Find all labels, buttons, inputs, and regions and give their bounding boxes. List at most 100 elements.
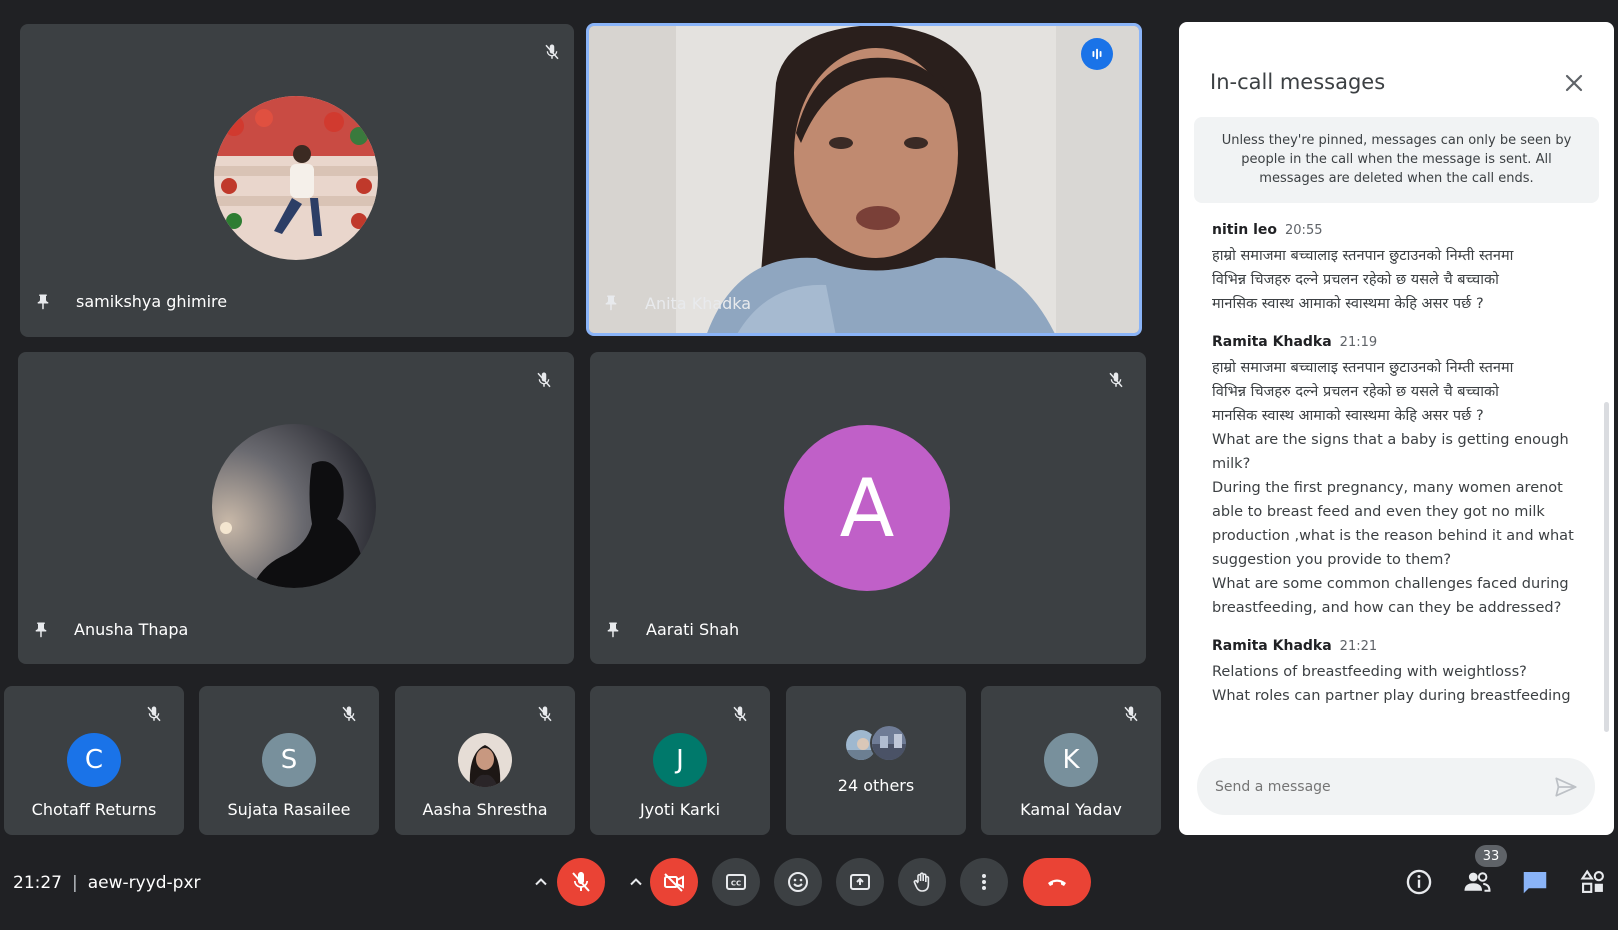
mic-off-icon: [569, 870, 593, 894]
participant-name: Kamal Yadav: [1020, 800, 1122, 819]
message-sender: Ramita Khadka: [1212, 638, 1332, 654]
chat-panel: In-call messages Unless they're pinned, …: [1179, 22, 1614, 835]
avatar-photo: [870, 724, 908, 762]
message-text: What roles can partner play during breas…: [1212, 688, 1571, 704]
message-time: 21:19: [1339, 335, 1378, 350]
present-screen-button[interactable]: [836, 858, 884, 906]
avatar-initial: S: [280, 745, 298, 775]
message-text: मानसिक स्वास्थ आमाको स्वास्थमा केहि असर …: [1212, 408, 1484, 424]
mic-off-icon: [140, 700, 168, 728]
close-icon[interactable]: [1559, 68, 1589, 98]
hand-icon: [910, 870, 934, 894]
message-sender: nitin leo: [1212, 222, 1278, 238]
participant-name: Anusha Thapa: [74, 620, 189, 639]
participant-tile-small[interactable]: J Jyoti Karki: [590, 686, 770, 835]
chevron-up-icon[interactable]: [527, 868, 555, 896]
mic-off-icon: [538, 38, 566, 66]
others-avatars: [844, 724, 916, 764]
message-text: production ,what is the reason behind it…: [1212, 528, 1574, 544]
meeting-info: 21:27 | aew-ryyd-pxr: [13, 873, 201, 893]
chat-scrollbar[interactable]: [1604, 402, 1609, 732]
participant-tile-anusha-thapa[interactable]: Anusha Thapa: [18, 352, 574, 664]
participant-tile-small[interactable]: Aasha Shrestha: [395, 686, 575, 835]
others-count-label: 24 others: [837, 776, 915, 795]
message-list: nitin leo 20:55 हाम्रो समाजमा बच्चालाइ स्त…: [1212, 212, 1574, 708]
message-input-box[interactable]: [1197, 758, 1595, 815]
message-text: विभिन्न चिजहरु दल्ने प्रचलन रहेको छ यसले…: [1212, 384, 1499, 400]
message-header: Ramita Khadka 21:21: [1212, 638, 1574, 654]
raise-hand-button[interactable]: [898, 858, 946, 906]
mic-off-icon: [531, 700, 559, 728]
participant-tile-small[interactable]: K Kamal Yadav: [981, 686, 1161, 835]
speaking-indicator-icon: [1081, 38, 1113, 70]
leave-call-button[interactable]: [1023, 858, 1091, 906]
avatar: J: [653, 733, 707, 787]
chevron-up-icon[interactable]: [622, 868, 650, 896]
activities-icon[interactable]: [1577, 866, 1609, 898]
avatar-initial: J: [676, 745, 684, 775]
avatar-initial: A: [839, 461, 895, 555]
avatar: C: [67, 733, 121, 787]
avatar: K: [1044, 733, 1098, 787]
meeting-code: aew-ryyd-pxr: [87, 873, 201, 893]
svg-text:CC: CC: [731, 880, 741, 888]
message-text: Relations of breastfeeding with weightlo…: [1212, 664, 1527, 680]
present-screen-icon: [848, 870, 872, 894]
participant-tile-small[interactable]: C Chotaff Returns: [4, 686, 184, 835]
mic-off-icon: [530, 366, 558, 394]
camera-off-icon: [662, 870, 686, 894]
send-icon[interactable]: [1553, 774, 1579, 800]
message-text: What are some common challenges faced du…: [1212, 576, 1569, 592]
pin-icon[interactable]: [603, 618, 623, 642]
people-icon[interactable]: [1461, 866, 1493, 898]
mic-off-icon: [1117, 700, 1145, 728]
message-input[interactable]: [1215, 774, 1535, 800]
participant-name: samikshya ghimire: [76, 292, 228, 311]
pin-icon[interactable]: [33, 290, 53, 314]
chat-icon[interactable]: [1519, 866, 1551, 898]
mic-off-icon: [335, 700, 363, 728]
message-header: Ramita Khadka 21:19: [1212, 334, 1574, 350]
camera-toggle-button[interactable]: [650, 858, 698, 906]
participant-name: Aarati Shah: [646, 620, 740, 639]
emoji-icon: [786, 870, 810, 894]
end-call-icon: [1045, 870, 1069, 894]
avatar-initial: C: [84, 745, 104, 775]
mic-toggle-button[interactable]: [557, 858, 605, 906]
captions-icon: CC: [724, 870, 748, 894]
participant-name: Chotaff Returns: [31, 800, 157, 819]
chat-message: nitin leo 20:55 हाम्रो समाजमा बच्चालाइ स्त…: [1212, 222, 1574, 316]
chat-message: Ramita Khadka 21:21 Relations of breastfee…: [1212, 638, 1574, 708]
message-text: During the first pregnancy, many women a…: [1212, 480, 1563, 496]
message-text: हाम्रो समाजमा बच्चालाइ स्तनपान छुटाउनको …: [1212, 248, 1514, 264]
pin-icon[interactable]: [601, 291, 621, 315]
participant-tile-samikshya-ghimire[interactable]: samikshya ghimire: [20, 24, 574, 337]
message-text: मानसिक स्वास्थ आमाको स्वास्थमा केहि असर …: [1212, 296, 1484, 312]
mic-off-icon: [726, 700, 754, 728]
message-header: nitin leo 20:55: [1212, 222, 1574, 238]
more-vert-icon: [972, 870, 996, 894]
participant-tile-aarati-shah[interactable]: A Aarati Shah: [590, 352, 1146, 664]
pin-icon[interactable]: [31, 618, 51, 642]
avatar: A: [784, 425, 950, 591]
participant-tile-small[interactable]: S Sujata Rasailee: [199, 686, 379, 835]
captions-button[interactable]: CC: [712, 858, 760, 906]
chat-notice: Unless they're pinned, messages can only…: [1194, 117, 1599, 203]
message-text: What are the signs that a baby is gettin…: [1212, 432, 1569, 448]
participants-count-badge: 33: [1475, 845, 1507, 867]
message-text: able to breast feed and even they got no…: [1212, 504, 1545, 520]
more-options-button[interactable]: [960, 858, 1008, 906]
others-tile[interactable]: 24 others: [786, 686, 966, 835]
avatar-photo: [212, 424, 376, 588]
participant-tile-anita-khadka[interactable]: Anita Khadka: [586, 23, 1142, 336]
info-icon[interactable]: [1403, 866, 1435, 898]
video-feed: [589, 26, 1139, 333]
message-time: 21:21: [1339, 639, 1378, 654]
message-sender: Ramita Khadka: [1212, 334, 1332, 350]
chat-message: Ramita Khadka 21:19 हाम्रो समाजमा बच्चालाइ…: [1212, 334, 1574, 620]
message-text: हाम्रो समाजमा बच्चालाइ स्तनपान छुटाउनको …: [1212, 360, 1514, 376]
avatar-initial: K: [1062, 745, 1080, 775]
avatar-photo: [458, 733, 512, 787]
reactions-button[interactable]: [774, 858, 822, 906]
message-text: breastfeeding, and how can they be addre…: [1212, 600, 1562, 616]
